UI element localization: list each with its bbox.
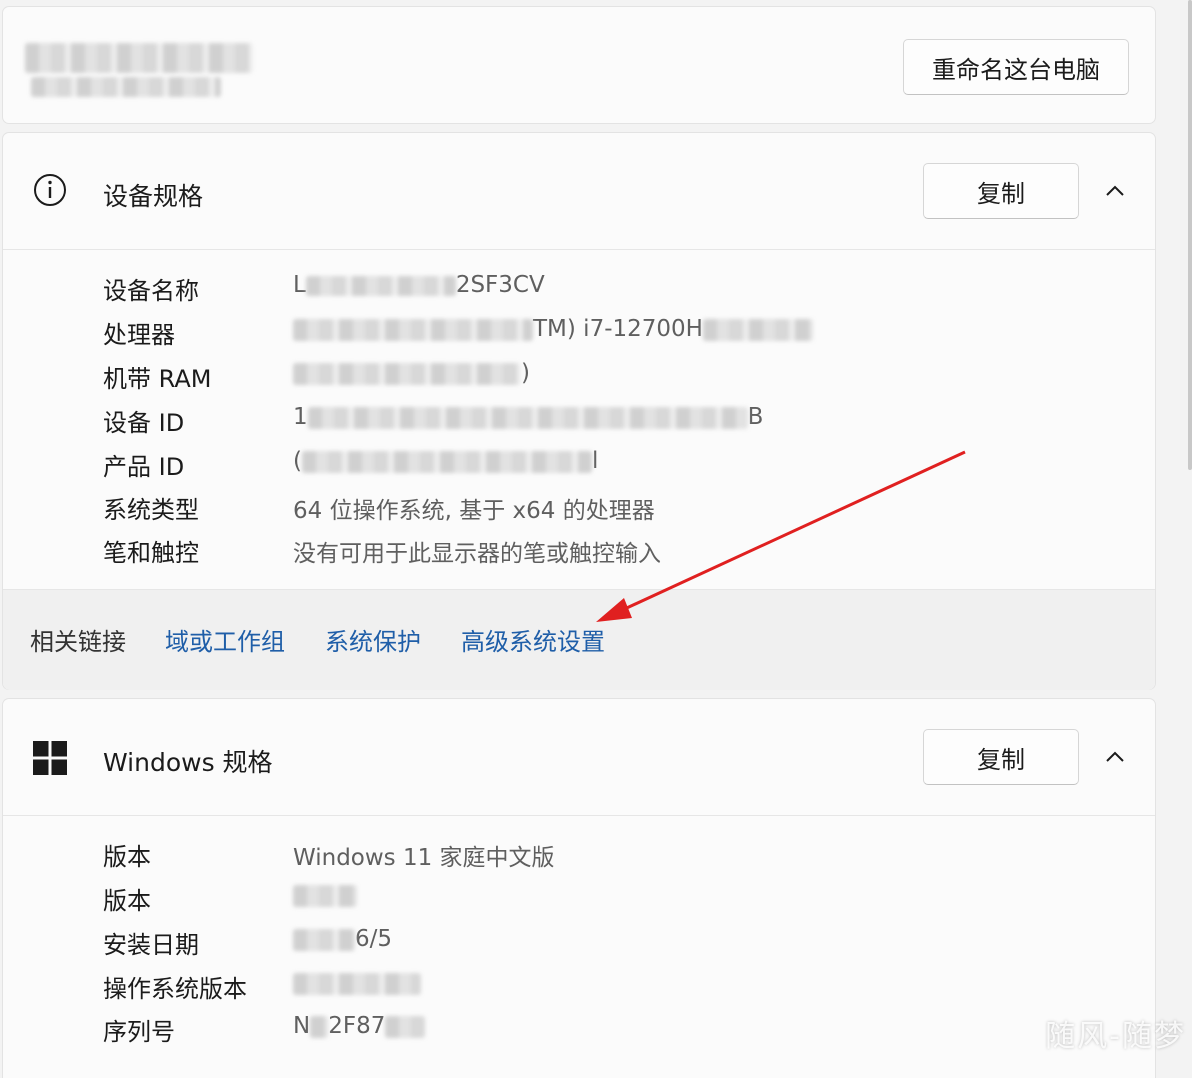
spec-value-product-id: (l <box>293 448 599 474</box>
spec-label-device-name: 设备名称 <box>103 277 199 305</box>
copy-device-specs-button[interactable]: 复制 <box>923 163 1079 219</box>
device-specs-title: 设备规格 <box>103 182 204 211</box>
spec-label-serial: 序列号 <box>103 1018 175 1046</box>
spec-value-edition: Windows 11 家庭中文版 <box>293 845 555 871</box>
windows-logo-icon <box>33 741 67 779</box>
spec-value-serial: N 2F87 <box>293 1013 426 1039</box>
copy-windows-specs-button[interactable]: 复制 <box>923 729 1079 785</box>
link-advanced-system-settings[interactable]: 高级系统设置 <box>461 622 605 657</box>
spec-label-edition: 版本 <box>103 843 151 871</box>
windows-specs-header[interactable]: Windows 规格 复制 <box>3 699 1155 815</box>
spec-label-processor: 处理器 <box>103 321 175 349</box>
pc-name-redacted <box>25 43 253 73</box>
spec-value-ram: ) <box>293 360 530 386</box>
spec-label-system-type: 系统类型 <box>103 496 199 524</box>
divider <box>3 815 1155 816</box>
spec-value-pen-touch: 没有可用于此显示器的笔或触控输入 <box>293 541 661 567</box>
spec-label-product-id: 产品 ID <box>103 453 185 481</box>
spec-label-device-id: 设备 ID <box>103 409 185 437</box>
spec-value-system-type: 64 位操作系统, 基于 x64 的处理器 <box>293 498 655 524</box>
chevron-up-icon[interactable] <box>1103 179 1127 203</box>
spec-value-device-name: L 2SF3CV <box>293 272 545 298</box>
link-domain-workgroup[interactable]: 域或工作组 <box>165 622 285 657</box>
rename-pc-button[interactable]: 重命名这台电脑 <box>903 39 1129 95</box>
related-links-bar: 相关链接 域或工作组 系统保护 高级系统设置 <box>3 589 1155 690</box>
spec-value-processor: TM) i7-12700H <box>293 316 813 342</box>
spec-label-pen-touch: 笔和触控 <box>103 539 199 567</box>
pc-subtitle-redacted <box>31 77 221 97</box>
info-icon <box>33 173 67 211</box>
spec-value-device-id: 1B <box>293 404 764 430</box>
pc-name-card: 重命名这台电脑 <box>2 6 1156 124</box>
spec-label-os-build: 操作系统版本 <box>103 975 247 1003</box>
device-specs-header[interactable]: 设备规格 复制 <box>3 133 1155 249</box>
scrollbar[interactable] <box>1188 0 1192 470</box>
spec-label-install-date: 安装日期 <box>103 931 199 959</box>
spec-label-version: 版本 <box>103 887 151 915</box>
spec-value-install-date: 6/5 <box>293 926 392 952</box>
link-system-protection[interactable]: 系统保护 <box>325 622 421 657</box>
windows-specs-title: Windows 规格 <box>103 748 273 777</box>
windows-specs-card: Windows 规格 复制 版本 Windows 11 家庭中文版 版本 安装日… <box>2 698 1156 1078</box>
spec-value-version <box>293 882 357 908</box>
divider <box>3 249 1155 250</box>
watermark: 随风-随梦 <box>1045 1019 1186 1054</box>
spec-label-ram: 机带 RAM <box>103 365 212 393</box>
related-links-label: 相关链接 <box>30 628 126 656</box>
device-specs-card: 设备规格 复制 设备名称 L 2SF3CV 处理器 TM) i7-12700H 机… <box>2 132 1156 690</box>
spec-value-os-build <box>293 970 421 996</box>
chevron-up-icon[interactable] <box>1103 745 1127 769</box>
